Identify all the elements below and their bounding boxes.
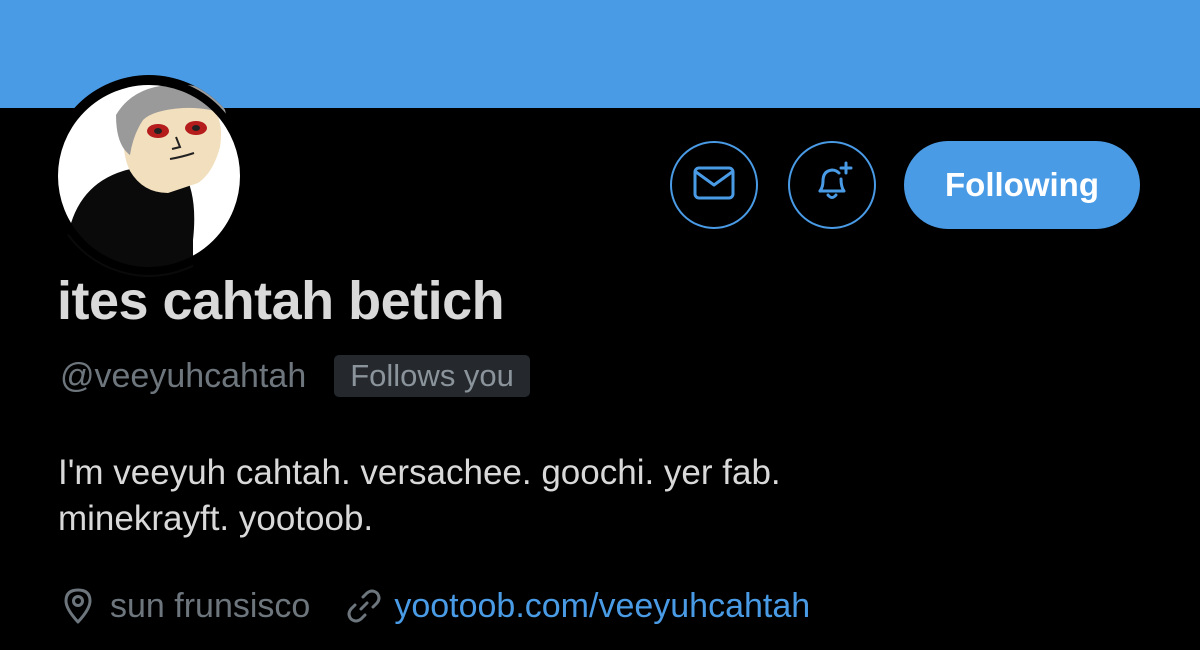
bio-line: minekrayft. yootoob. [58, 499, 374, 538]
following-button[interactable]: Following [904, 141, 1140, 229]
follows-you-badge: Follows you [334, 355, 530, 397]
profile-meta: sun frunsisco yootoob.com/veeyuhcahtah [60, 584, 810, 628]
bio-line: I'm veeyuh cahtah. versachee. goochi. ye… [58, 453, 781, 492]
map-pin-icon [60, 586, 96, 626]
link-icon [346, 586, 382, 626]
bell-plus-icon [808, 159, 856, 212]
profile-url-link[interactable]: yootoob.com/veeyuhcahtah [394, 587, 810, 626]
location-text: sun frunsisco [110, 586, 311, 625]
avatar[interactable] [48, 75, 250, 277]
message-button[interactable] [670, 141, 758, 229]
profile-bio: I'm veeyuh cahtah. versachee. goochi. ye… [58, 450, 1138, 542]
display-name: ites cahtah betich [57, 271, 505, 331]
handle-row: @veeyuhcahtah Follows you [60, 352, 530, 400]
username-handle: @veeyuhcahtah [60, 356, 307, 395]
envelope-icon [692, 165, 736, 206]
notification-button[interactable] [788, 141, 876, 229]
avatar-drawing [50, 77, 248, 277]
profile-page: Following ites cahtah betich @veeyuhcaht… [0, 0, 1200, 650]
